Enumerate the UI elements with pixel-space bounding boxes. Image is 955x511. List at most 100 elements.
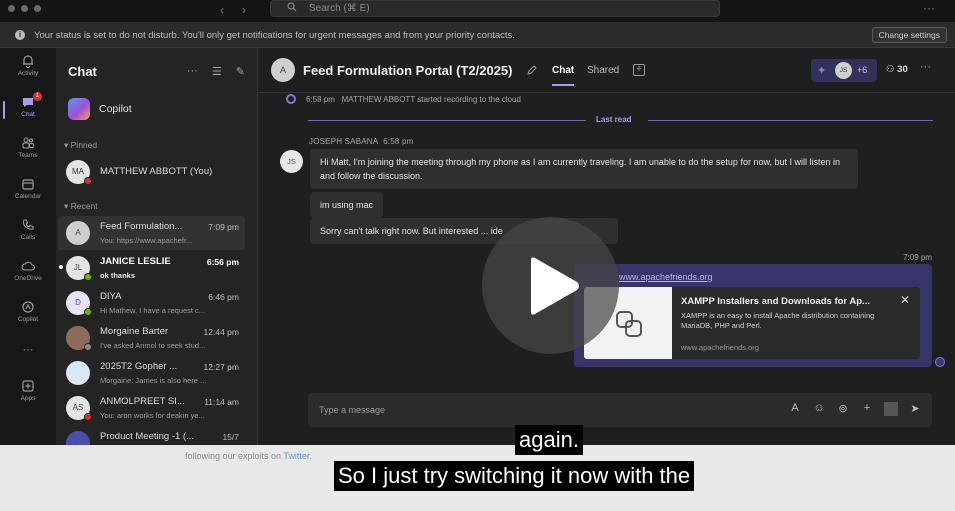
- call-participants-button[interactable]: ✦ JS +6: [811, 59, 877, 82]
- forward-button[interactable]: ›: [242, 3, 246, 17]
- close-window-button[interactable]: [8, 5, 15, 12]
- zoom-window-button[interactable]: [34, 5, 41, 12]
- twitter-link[interactable]: Twitter: [283, 451, 309, 461]
- rail-item-calendar[interactable]: Calendar: [0, 177, 56, 217]
- read-receipt-icon: [935, 357, 945, 367]
- add-icon[interactable]: +: [860, 402, 874, 416]
- chat-item-name: Product Meeting -1 (...: [100, 431, 194, 442]
- recording-text: MATTHEW ABBOTT started recording to the …: [341, 95, 521, 104]
- rail-label: Activity: [17, 70, 39, 77]
- chat-item-recent[interactable]: Product Meeting -1 (... 15/7: [58, 426, 245, 445]
- rail-item-more[interactable]: ···: [0, 344, 56, 384]
- play-icon: [531, 257, 579, 315]
- copilot-chat-item[interactable]: Copilot: [68, 98, 132, 120]
- send-icon[interactable]: ➤: [908, 402, 922, 416]
- compose-placeholder: Type a message: [319, 405, 386, 415]
- rail-label: Copilot: [17, 316, 39, 323]
- copilot-label: Copilot: [99, 103, 132, 115]
- chat-item-name: DIYA: [100, 291, 122, 302]
- rail-item-copilot[interactable]: Copilot: [0, 300, 56, 340]
- divider-line: [648, 120, 933, 121]
- chat-item-preview: ok thanks: [100, 271, 136, 280]
- chat-item-name: Morgaine Barter: [100, 326, 169, 337]
- link-icon: [616, 311, 642, 337]
- search-icon: [287, 2, 297, 12]
- tab-chat[interactable]: Chat: [552, 65, 575, 86]
- link-preview-card[interactable]: XAMPP Installers and Downloads for Ap...…: [584, 287, 920, 359]
- more-icon[interactable]: ···: [920, 61, 931, 73]
- recording-icon: [286, 94, 296, 104]
- chat-item-preview: Morgaine: James is also here ...: [100, 376, 207, 385]
- message-link[interactable]: www.apachefriends.org: [619, 272, 713, 282]
- rail-item-teams[interactable]: Teams: [0, 136, 56, 176]
- unread-indicator: [59, 265, 63, 269]
- chat-item-recent[interactable]: JL JANICE LESLIE 6:56 pm ok thanks: [58, 251, 245, 285]
- more-icon[interactable]: ···: [187, 65, 198, 78]
- banner-text: Your status is set to do not disturb. Yo…: [34, 30, 515, 41]
- edit-icon[interactable]: [526, 64, 538, 76]
- emoji-icon[interactable]: ☺: [812, 402, 826, 416]
- teams-icon: [22, 137, 35, 149]
- chat-item-time: 11:14 am: [204, 397, 239, 407]
- close-icon[interactable]: ✕: [900, 293, 910, 307]
- history-nav: ‹ ›: [220, 3, 246, 17]
- chat-item-name: 2025T2 Gopher ...: [100, 361, 178, 372]
- change-settings-button[interactable]: Change settings: [871, 27, 947, 43]
- rail-label: Calendar: [14, 193, 42, 200]
- chat-item-preview: Hi Mathew, I have a request c...: [100, 306, 206, 315]
- tab-shared[interactable]: Shared: [587, 65, 619, 76]
- chat-item-name: Feed Formulation...: [100, 221, 183, 232]
- filter-icon[interactable]: ☰: [212, 65, 222, 78]
- chat-item-name: JANICE LESLIE: [100, 256, 171, 267]
- chat-item-recent[interactable]: Morgaine Barter 12:44 pm I've asked Anmo…: [58, 321, 245, 355]
- available-status-icon: [84, 308, 92, 316]
- chat-item-recent[interactable]: AS ANMOLPREET SI... 11:14 am You: aron w…: [58, 391, 245, 425]
- chat-item-time: 12:27 pm: [203, 362, 239, 372]
- app-rail: Activity 1 Chat Teams Calendar Calls One…: [0, 48, 56, 445]
- rail-item-calls[interactable]: Calls: [0, 218, 56, 258]
- copilot-icon: [22, 301, 34, 313]
- compose-box[interactable]: Type a message A ☺ ⊚ + ➤: [308, 393, 932, 427]
- rail-item-chat[interactable]: 1 Chat: [0, 92, 56, 135]
- background-page-text: following our exploits on Twitter.: [185, 451, 312, 461]
- avatar: JS: [280, 150, 303, 173]
- rail-label: Apps: [20, 395, 36, 402]
- loop-icon[interactable]: ⊚: [836, 402, 850, 416]
- message-bubble: Hi Matt, I'm joining the meeting through…: [310, 149, 858, 189]
- back-button[interactable]: ‹: [220, 3, 224, 17]
- cloud-icon: [21, 261, 35, 271]
- bell-icon: [23, 55, 33, 68]
- add-tab-icon[interactable]: +: [633, 64, 645, 76]
- call-icon: ✦: [817, 65, 827, 77]
- chat-item-pinned[interactable]: MA MATTHEW ABBOTT (You): [58, 155, 245, 189]
- teams-window: ‹ › Search (⌘ E) ··· i Your status is se…: [0, 0, 955, 445]
- chat-list-actions: ··· ☰ ✎: [187, 65, 245, 78]
- dnd-status-icon: [84, 177, 92, 185]
- people-button[interactable]: ⚇ 30: [886, 64, 908, 75]
- rail-item-apps[interactable]: Apps: [0, 379, 56, 419]
- avatar: A: [66, 221, 90, 245]
- chat-item-time: 6:56 pm: [206, 257, 239, 267]
- rail-item-activity[interactable]: Activity: [0, 54, 56, 94]
- chat-item-recent[interactable]: 2025T2 Gopher ... 12:27 pm Morgaine: Jam…: [58, 356, 245, 390]
- chat-badge: 1: [33, 92, 42, 101]
- chat-item-recent[interactable]: A Feed Formulation... 7:09 pm You: https…: [58, 216, 245, 250]
- search-input[interactable]: Search (⌘ E): [270, 0, 720, 17]
- chat-item-time: 12:44 pm: [203, 327, 239, 337]
- pinned-section-label[interactable]: ▾ Pinned: [64, 140, 97, 151]
- chat-item-time: 7:09 pm: [208, 222, 239, 232]
- video-play-button[interactable]: [482, 217, 619, 354]
- rail-item-onedrive[interactable]: OneDrive: [0, 259, 56, 299]
- rail-label: Teams: [18, 152, 38, 159]
- new-chat-icon[interactable]: ✎: [236, 65, 245, 78]
- more-options-icon[interactable]: ···: [923, 1, 935, 15]
- minimize-window-button[interactable]: [21, 5, 28, 12]
- conversation-title[interactable]: Feed Formulation Portal (T2/2025): [303, 63, 513, 78]
- avatar: JS: [835, 62, 852, 79]
- chat-item-preview: You: https://www.apachefr...: [100, 236, 193, 245]
- chat-item-recent[interactable]: D DIYA 6:46 pm Hi Mathew, I have a reque…: [58, 286, 245, 320]
- calendar-icon: [22, 179, 34, 190]
- format-icon[interactable]: A: [788, 402, 802, 416]
- my-message-bubble: www.apachefriends.org XAMPP Installers a…: [574, 264, 932, 367]
- recent-section-label[interactable]: ▾ Recent: [64, 201, 98, 212]
